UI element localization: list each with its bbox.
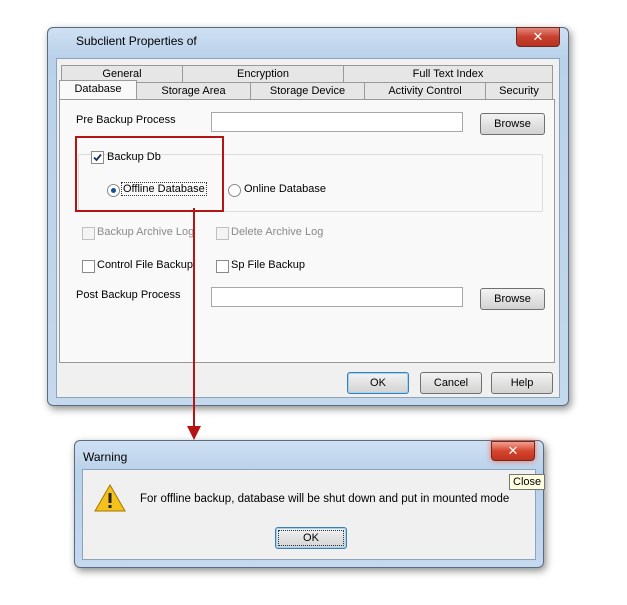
online-database-radio[interactable]: [228, 184, 241, 197]
pre-backup-browse-button[interactable]: Browse: [480, 113, 545, 135]
warning-title: Warning: [83, 450, 128, 464]
delete-archive-log-label: Delete Archive Log: [231, 226, 324, 238]
delete-archive-log-checkbox[interactable]: [216, 227, 229, 240]
control-file-backup-label: Control File Backup: [97, 259, 193, 271]
tab-full-text-index[interactable]: Full Text Index: [343, 65, 553, 82]
online-database-label: Online Database: [244, 183, 326, 195]
sp-file-backup-checkbox[interactable]: [216, 260, 229, 273]
post-backup-label: Post Backup Process: [76, 289, 181, 301]
cancel-button[interactable]: Cancel: [420, 372, 482, 394]
tab-database[interactable]: Database: [59, 80, 137, 99]
warning-dialog: Warning ✕ For offline backup, database w…: [74, 440, 544, 568]
tab-storage-area[interactable]: Storage Area: [136, 82, 251, 99]
help-button[interactable]: Help: [491, 372, 553, 394]
warning-body: For offline backup, database will be shu…: [82, 469, 536, 560]
post-backup-browse-button[interactable]: Browse: [480, 288, 545, 310]
subclient-properties-dialog: Subclient Properties of ✕ General Encryp…: [47, 27, 569, 406]
dialog-body: General Encryption Full Text Index Datab…: [56, 58, 560, 398]
control-file-backup-checkbox[interactable]: [82, 260, 95, 273]
sp-file-backup-label: Sp File Backup: [231, 259, 305, 271]
connector-arrow: [187, 208, 201, 440]
close-tooltip: Close: [509, 474, 546, 490]
backup-archive-log-checkbox[interactable]: [82, 227, 95, 240]
warning-close-button[interactable]: ✕: [491, 441, 535, 461]
dialog-title: Subclient Properties of: [76, 34, 197, 48]
pre-backup-input[interactable]: [211, 112, 463, 132]
tab-storage-device[interactable]: Storage Device: [250, 82, 365, 99]
warning-ok-button[interactable]: OK: [275, 527, 347, 549]
tab-security[interactable]: Security: [485, 82, 553, 99]
warning-message: For offline backup, database will be shu…: [140, 493, 510, 505]
backup-archive-log-label: Backup Archive Log: [97, 226, 195, 238]
pre-backup-label: Pre Backup Process: [76, 114, 176, 126]
highlight-box: [75, 136, 224, 212]
close-icon: ✕: [507, 443, 519, 459]
warning-triangle-icon: [94, 484, 126, 512]
dialog-close-button[interactable]: ✕: [516, 27, 560, 47]
close-icon: ✕: [532, 29, 544, 45]
tab-encryption[interactable]: Encryption: [182, 65, 344, 82]
tab-activity-control[interactable]: Activity Control: [364, 82, 486, 99]
ok-button[interactable]: OK: [347, 372, 409, 394]
post-backup-input[interactable]: [211, 287, 463, 307]
